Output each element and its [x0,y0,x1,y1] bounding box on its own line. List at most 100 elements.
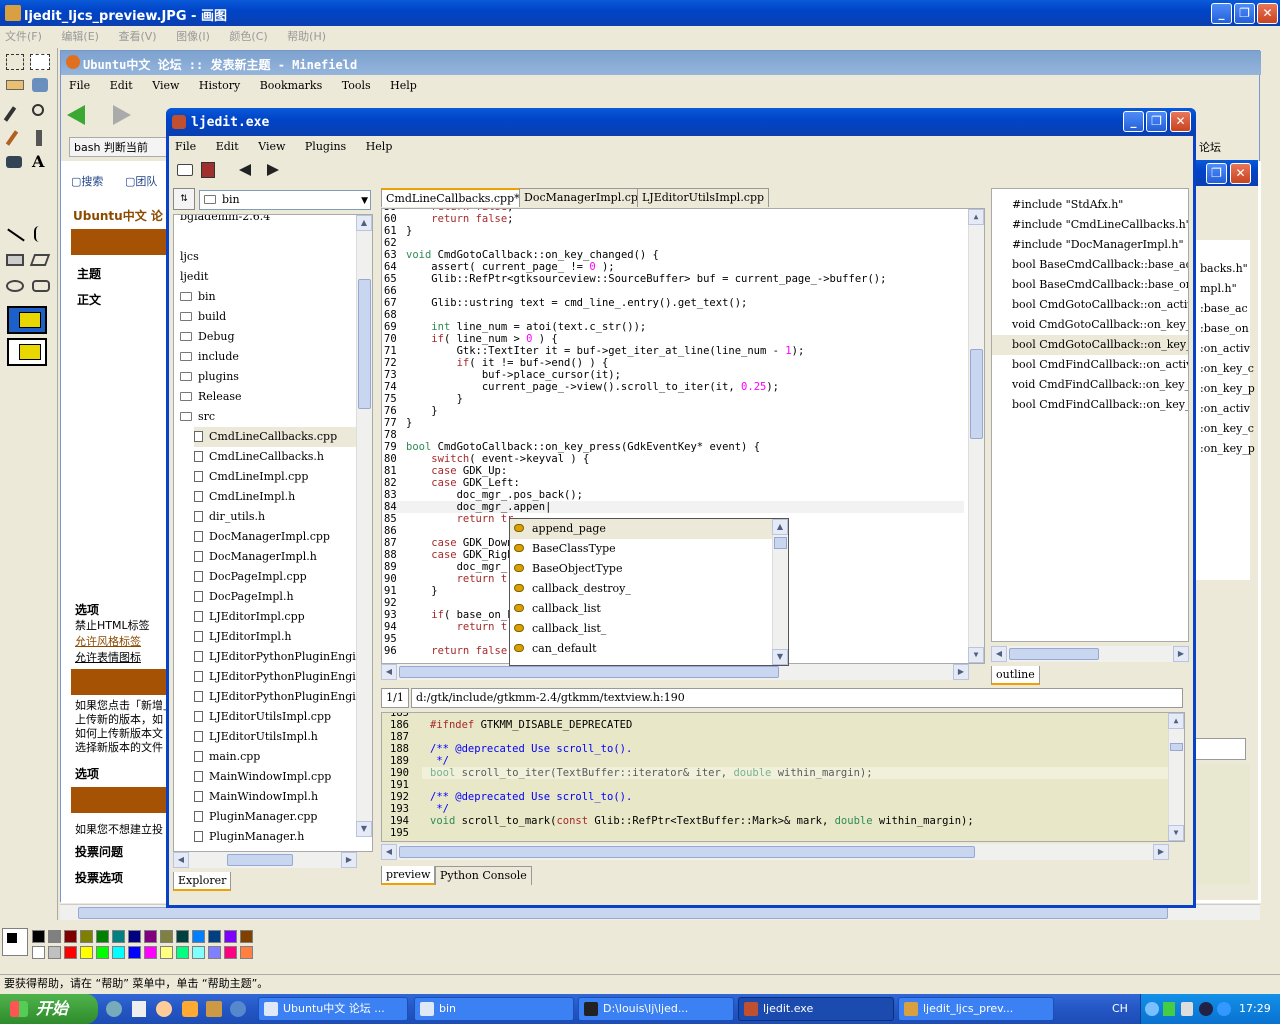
tree-item[interactable]: build [180,307,360,327]
text-icon[interactable]: A [32,152,44,171]
outline-item[interactable]: bool CmdFindCallback::on_key_p [992,395,1188,415]
tree-item[interactable]: DocPageImpl.h [194,587,372,607]
maximize-button[interactable]: ❐ [1234,3,1255,24]
outline-item[interactable]: bool CmdGotoCallback::on_activ [992,295,1188,315]
nav-back-icon[interactable] [239,164,251,176]
palette-color[interactable] [64,930,77,943]
palette-color[interactable] [32,930,45,943]
tray-arrow-icon[interactable] [1145,1002,1159,1016]
outline-item[interactable]: #include "CmdLineCallbacks.h" [992,215,1188,235]
palette-color[interactable] [176,946,189,959]
ellipse-icon[interactable] [6,280,24,292]
exit-icon[interactable] [201,162,215,178]
outline-item[interactable]: #include "DocManagerImpl.h" [992,235,1188,255]
task-ljedit[interactable]: ljedit.exe [738,997,894,1021]
paint-menu-edit[interactable]: 编辑(E) [61,30,99,43]
autocomplete-item[interactable]: can_default [510,639,788,659]
palette-color[interactable] [48,930,61,943]
curve-icon[interactable] [34,226,44,242]
tab-outline[interactable]: outline [991,666,1040,685]
lj-menu-view[interactable]: View [258,140,285,153]
tree-item[interactable]: CmdLineCallbacks.cpp [194,427,372,447]
tree-item[interactable]: include [180,347,360,367]
path-combo[interactable]: bin ▼ [199,190,371,210]
palette-color[interactable] [80,946,93,959]
ff-menu-bookmarks[interactable]: Bookmarks [260,79,323,92]
ff-bookmark[interactable]: bash 判断当前 [69,137,169,157]
fill-icon[interactable] [32,78,48,92]
explorer-vscroll[interactable]: ▲ ▼ [356,215,372,837]
tree-item[interactable]: dir_utils.h [194,507,372,527]
rounded-rect-icon[interactable] [32,280,50,292]
palette-color[interactable] [112,930,125,943]
fill-style-opaque-icon[interactable] [7,306,47,334]
autocomplete-item[interactable]: callback_list_ [510,619,788,639]
tree-item[interactable]: LJEditorUtilsImpl.h [194,727,372,747]
tree-item[interactable]: CmdLineCallbacks.h [194,447,372,467]
task-bin[interactable]: bin [414,997,574,1021]
picker-icon[interactable] [3,106,17,122]
tree-item[interactable]: LJEditorUtilsImpl.cpp [194,707,372,727]
ljedit-minimize-button[interactable]: _ [1123,111,1144,132]
task-paint[interactable]: ljedit_ljcs_prev... [898,997,1054,1021]
search-link[interactable]: ▢搜索 [71,173,103,189]
brush-icon[interactable] [36,130,42,146]
tree-item[interactable]: LJEditorPythonPluginEngin [194,667,372,687]
palette-color[interactable] [144,930,157,943]
palette-color[interactable] [96,946,109,959]
tab-cmdlinecallbacks[interactable]: CmdLineCallbacks.cpp* [381,188,525,207]
ff-menu-file[interactable]: File [69,79,90,92]
tray-app-icon[interactable] [1199,1002,1213,1016]
fill-style-transparent-icon[interactable] [7,338,47,366]
autocomplete-vscroll[interactable]: ▲ ▼ [772,519,788,665]
tree-item[interactable]: CmdLineImpl.cpp [194,467,372,487]
tree-item[interactable]: CmdLineImpl.h [194,487,372,507]
forward-arrow-icon[interactable] [113,105,131,125]
paint-menu-colors[interactable]: 颜色(C) [229,30,267,43]
pencil-icon[interactable] [5,130,19,146]
palette-color[interactable] [112,946,125,959]
outline-item[interactable]: void CmdFindCallback::on_key_c [992,375,1188,395]
outline-item[interactable]: bool CmdFindCallback::on_activ [992,355,1188,375]
palette-color[interactable] [224,946,237,959]
paint-menu-view[interactable]: 查看(V) [118,30,156,43]
ff-menu-history[interactable]: History [199,79,240,92]
rectangle-icon[interactable] [6,254,24,266]
outline-hscroll[interactable]: ◀ ▶ [991,646,1189,662]
back-arrow-icon[interactable] [67,105,85,125]
preview-vscroll[interactable]: ▲ ▼ [1168,713,1184,841]
tray-firefox-icon[interactable] [1217,1002,1231,1016]
tree-item[interactable]: DocManagerImpl.h [194,547,372,567]
palette-color[interactable] [192,930,205,943]
autocomplete-item[interactable]: callback_destroy_ [510,579,788,599]
rect-select-icon[interactable] [30,54,50,70]
editor-hscroll[interactable]: ◀ ▶ [381,664,969,680]
palette-color[interactable] [176,930,189,943]
editor-vscroll[interactable]: ▲ ▼ [968,209,984,663]
polygon-icon[interactable] [29,254,51,266]
ljedit-close-button[interactable]: ✕ [1170,111,1191,132]
eraser-icon[interactable] [6,80,24,90]
tree-item[interactable] [180,227,360,247]
tray-volume-icon[interactable] [1181,1002,1193,1016]
tab-python-console[interactable]: Python Console [435,866,532,885]
palette-color[interactable] [48,946,61,959]
ff-menu-help[interactable]: Help [390,79,417,92]
lj-menu-help[interactable]: Help [366,140,393,153]
minimize-button[interactable]: _ [1211,3,1232,24]
ff-menu-tools[interactable]: Tools [342,79,371,92]
palette-color[interactable] [192,946,205,959]
tree-item[interactable]: LJEditorPythonPluginEngin [194,687,372,707]
palette-color[interactable] [80,930,93,943]
bg-maximize-button[interactable]: ❐ [1206,163,1227,184]
line-icon[interactable] [7,228,25,242]
tab-ljeditorutilsimpl[interactable]: LJEditorUtilsImpl.cpp [637,188,770,207]
palette-color[interactable] [208,946,221,959]
opt-allow-bbcode[interactable]: 允许风格标签 [75,633,141,649]
palette-color[interactable] [160,930,173,943]
tree-item[interactable]: main.cpp [194,747,372,767]
tree-item[interactable]: ljedit [180,267,360,287]
magnifier-icon[interactable] [32,104,44,116]
outline-item[interactable]: void CmdGotoCallback::on_key_c [992,315,1188,335]
airbrush-icon[interactable] [6,156,22,168]
